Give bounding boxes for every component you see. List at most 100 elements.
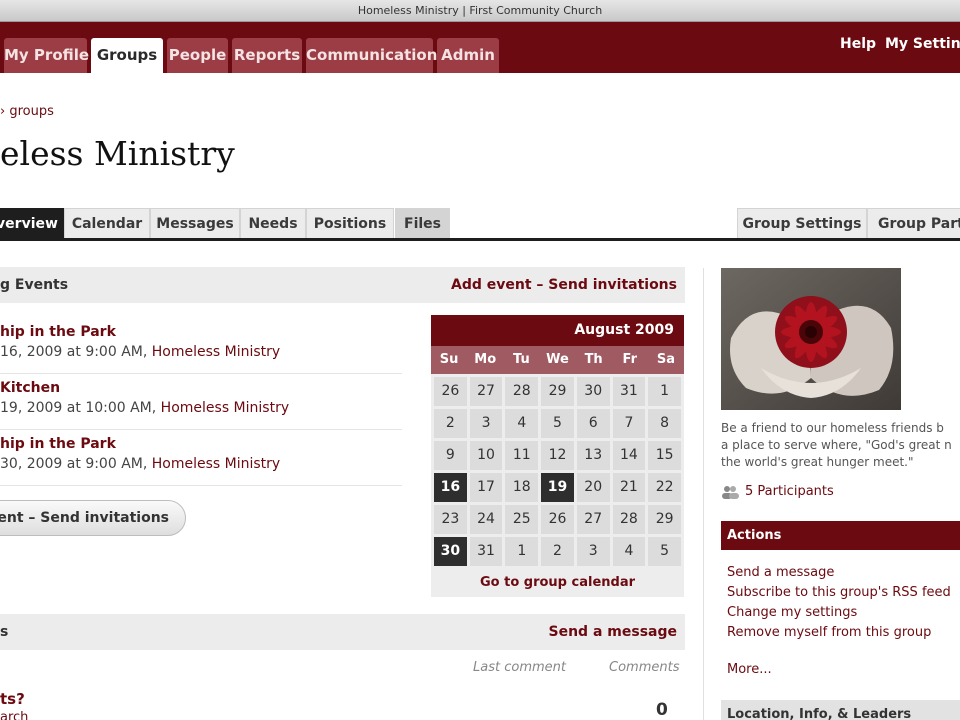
people-icon (722, 485, 739, 499)
weekday-label: Sa (656, 352, 675, 367)
calendar-day[interactable]: 28 (612, 505, 646, 534)
event-title-link[interactable]: hip in the Park (0, 324, 116, 340)
calendar-day[interactable]: 4 (505, 409, 539, 438)
calendar-day[interactable]: 15 (648, 441, 681, 470)
calendar-day[interactable]: 2 (541, 537, 574, 566)
action-subscribe-rss[interactable]: Subscribe to this group's RSS feed (727, 583, 951, 603)
tab-messages[interactable]: Messages (150, 208, 240, 239)
calendar-day[interactable]: 19 (541, 473, 574, 502)
calendar-day[interactable]: 20 (576, 473, 610, 502)
event-group-link[interactable]: Homeless Ministry (152, 456, 280, 472)
action-remove-myself[interactable]: Remove myself from this group (727, 623, 951, 643)
event-group-link[interactable]: Homeless Ministry (161, 400, 289, 416)
events-header: g Events Add event – Send invitations (0, 267, 685, 303)
calendar-day[interactable]: 9 (434, 441, 467, 470)
breadcrumb[interactable]: › groups (0, 104, 54, 119)
calendar-day[interactable]: 31 (469, 537, 503, 566)
calendar-day[interactable]: 25 (505, 505, 539, 534)
calendar-day[interactable]: 3 (576, 537, 610, 566)
add-event-button[interactable]: vent – Send invitations (0, 500, 186, 536)
action-change-settings[interactable]: Change my settings (727, 603, 951, 623)
calendar-day[interactable]: 26 (434, 377, 467, 406)
group-photo (721, 268, 901, 410)
calendar-day[interactable]: 28 (505, 377, 539, 406)
calendar-day[interactable]: 6 (576, 409, 610, 438)
description-line: the world's great hunger meet." (721, 455, 914, 469)
calendar-day[interactable]: 11 (505, 441, 539, 470)
weekday-label: Mo (474, 352, 497, 367)
calendar-day[interactable]: 8 (648, 409, 681, 438)
event-item: hip in the Park 30, 2009 at 9:00 AM, Hom… (0, 430, 402, 486)
top-nav: My Profile Groups People Reports Communi… (0, 22, 960, 73)
event-date: 19, 2009 at 10:00 AM, Homeless Ministry (0, 400, 289, 416)
event-title-link[interactable]: hip in the Park (0, 436, 116, 452)
calendar-day[interactable]: 10 (469, 441, 503, 470)
weekday-label: Th (584, 352, 603, 367)
calendar-day[interactable]: 17 (469, 473, 503, 502)
nav-tab-communication[interactable]: Communication (306, 38, 437, 73)
calendar-day[interactable]: 12 (541, 441, 574, 470)
message-comment-count: 0 (656, 700, 668, 720)
tab-calendar[interactable]: Calendar (64, 208, 150, 239)
go-to-calendar-link[interactable]: Go to group calendar (431, 569, 684, 597)
calendar-day[interactable]: 29 (648, 505, 681, 534)
calendar-day[interactable]: 24 (469, 505, 503, 534)
calendar-day[interactable]: 26 (541, 505, 574, 534)
calendar-day[interactable]: 16 (434, 473, 467, 502)
events-title: g Events (0, 277, 69, 293)
breadcrumb-arrow: › (0, 104, 6, 119)
weekday-label: Tu (513, 352, 530, 367)
calendar-day[interactable]: 30 (434, 537, 467, 566)
tab-needs[interactable]: Needs (240, 208, 306, 239)
my-settings-link[interactable]: My Settings (885, 36, 960, 52)
calendar-day[interactable]: 5 (541, 409, 574, 438)
calendar-day[interactable]: 3 (469, 409, 503, 438)
more-actions-link[interactable]: More... (727, 662, 772, 677)
calendar-day[interactable]: 21 (612, 473, 646, 502)
mini-calendar: August 2009 Su Mo Tu We Th Fr Sa 26 27 28 29 30 31 1… (431, 315, 684, 597)
add-event-link[interactable]: Add event – Send invitations (451, 267, 677, 303)
description-line: Be a friend to our homeless friends b (721, 421, 944, 435)
message-title-link[interactable]: ts? (0, 690, 25, 708)
participants-label[interactable]: 5 Participants (745, 484, 834, 499)
help-link[interactable]: Help (840, 36, 876, 52)
nav-tab-groups[interactable]: Groups (91, 38, 163, 73)
calendar-day[interactable]: 23 (434, 505, 467, 534)
breadcrumb-groups-link[interactable]: groups (9, 104, 54, 119)
calendar-day[interactable]: 5 (648, 537, 681, 566)
calendar-day[interactable]: 22 (648, 473, 681, 502)
tab-files[interactable]: Files (395, 208, 450, 239)
calendar-day[interactable]: 18 (505, 473, 539, 502)
tab-positions[interactable]: Positions (306, 208, 394, 239)
subtabs-divider (0, 238, 960, 241)
event-group-link[interactable]: Homeless Ministry (152, 344, 280, 360)
event-date-text: 30, 2009 at 9:00 AM, (0, 456, 148, 472)
calendar-day[interactable]: 31 (612, 377, 646, 406)
tab-overview[interactable]: verview (0, 208, 64, 239)
message-sub: arch (0, 710, 29, 720)
page-title: eless Ministry (0, 134, 235, 173)
calendar-day[interactable]: 27 (469, 377, 503, 406)
nav-tab-my-profile[interactable]: My Profile (4, 38, 89, 73)
calendar-day[interactable]: 1 (648, 377, 681, 406)
calendar-day[interactable]: 4 (612, 537, 646, 566)
calendar-day[interactable]: 2 (434, 409, 467, 438)
action-send-message[interactable]: Send a message (727, 563, 951, 583)
send-message-link[interactable]: Send a message (549, 614, 677, 650)
sidebar-divider (703, 268, 704, 720)
tab-group-settings[interactable]: Group Settings (737, 208, 867, 239)
calendar-day[interactable]: 30 (576, 377, 610, 406)
event-title-link[interactable]: Kitchen (0, 380, 60, 396)
tab-group-participants[interactable]: Group Parti (867, 208, 960, 239)
participants-link[interactable]: 5 Participants (721, 484, 834, 499)
nav-tab-people[interactable]: People (167, 38, 228, 73)
calendar-day[interactable]: 29 (541, 377, 574, 406)
calendar-day[interactable]: 7 (612, 409, 646, 438)
calendar-day[interactable]: 27 (576, 505, 610, 534)
calendar-day[interactable]: 13 (576, 441, 610, 470)
nav-tab-reports[interactable]: Reports (232, 38, 302, 73)
nav-tab-admin[interactable]: Admin (437, 38, 499, 73)
calendar-day[interactable]: 1 (505, 537, 539, 566)
col-last-comment: Last comment (473, 660, 566, 675)
calendar-day[interactable]: 14 (612, 441, 646, 470)
